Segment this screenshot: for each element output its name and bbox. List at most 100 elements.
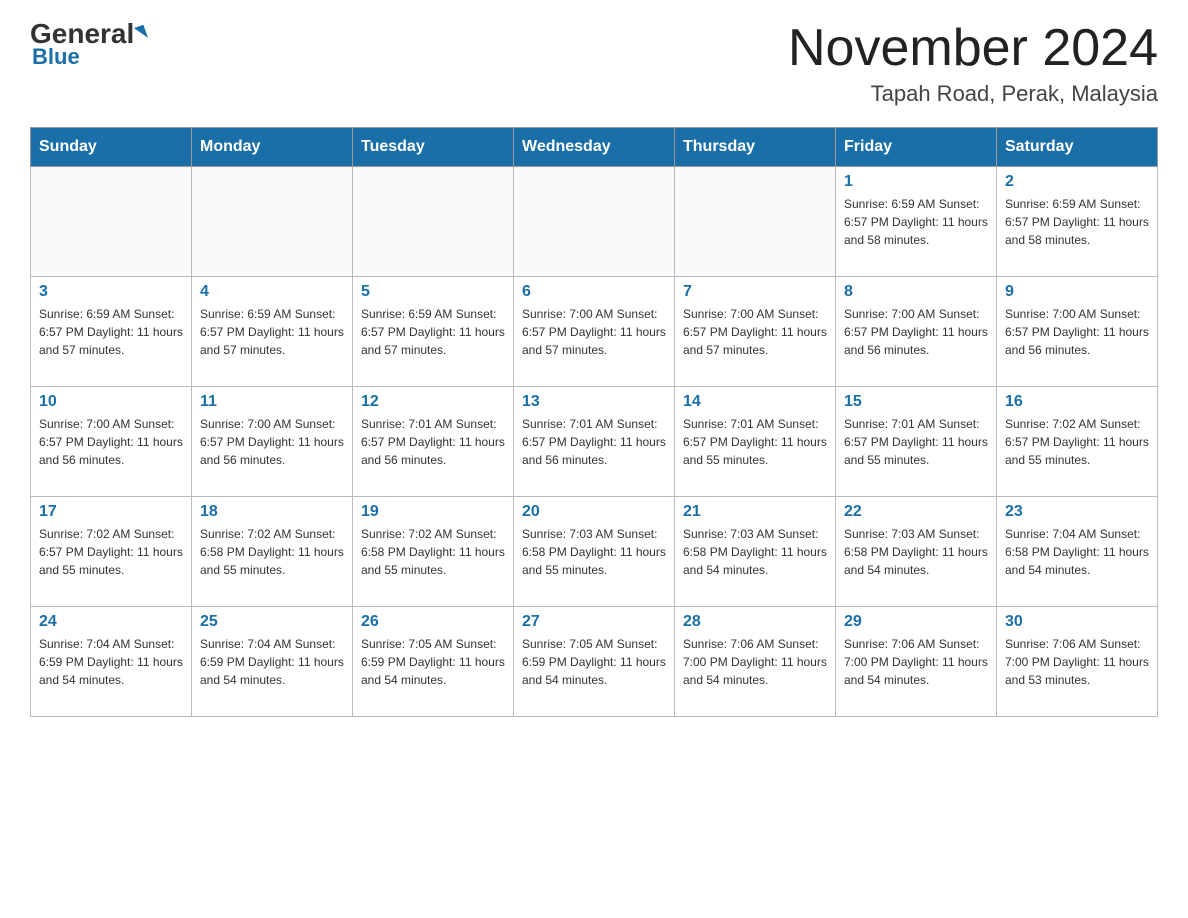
day-info: Sunrise: 7:06 AM Sunset: 7:00 PM Dayligh…: [683, 635, 827, 689]
day-number: 21: [683, 503, 827, 521]
logo-arrow-icon: [134, 25, 148, 42]
day-info: Sunrise: 7:02 AM Sunset: 6:58 PM Dayligh…: [200, 525, 344, 579]
calendar-cell: 16 Sunrise: 7:02 AM Sunset: 6:57 PM Dayli…: [997, 387, 1158, 497]
day-header-saturday: Saturday: [997, 128, 1158, 167]
day-info: Sunrise: 6:59 AM Sunset: 6:57 PM Dayligh…: [1005, 195, 1149, 249]
calendar-week-row: 10 Sunrise: 7:00 AM Sunset: 6:57 PM Dayli…: [31, 387, 1158, 497]
day-info: Sunrise: 7:00 AM Sunset: 6:57 PM Dayligh…: [1005, 305, 1149, 359]
day-number: 30: [1005, 613, 1149, 631]
calendar-cell: [514, 167, 675, 277]
day-info: Sunrise: 7:01 AM Sunset: 6:57 PM Dayligh…: [522, 415, 666, 469]
day-info: Sunrise: 7:04 AM Sunset: 6:58 PM Dayligh…: [1005, 525, 1149, 579]
day-info: Sunrise: 7:06 AM Sunset: 7:00 PM Dayligh…: [1005, 635, 1149, 689]
day-info: Sunrise: 6:59 AM Sunset: 6:57 PM Dayligh…: [200, 305, 344, 359]
day-number: 3: [39, 283, 183, 301]
calendar-cell: 4 Sunrise: 6:59 AM Sunset: 6:57 PM Daylig…: [192, 277, 353, 387]
day-header-friday: Friday: [836, 128, 997, 167]
calendar-cell: 19 Sunrise: 7:02 AM Sunset: 6:58 PM Dayli…: [353, 497, 514, 607]
day-info: Sunrise: 7:02 AM Sunset: 6:57 PM Dayligh…: [39, 525, 183, 579]
day-number: 25: [200, 613, 344, 631]
calendar-cell: [31, 167, 192, 277]
calendar-cell: 11 Sunrise: 7:00 AM Sunset: 6:57 PM Dayli…: [192, 387, 353, 497]
day-number: 5: [361, 283, 505, 301]
calendar-cell: [353, 167, 514, 277]
calendar-cell: 21 Sunrise: 7:03 AM Sunset: 6:58 PM Dayli…: [675, 497, 836, 607]
day-header-monday: Monday: [192, 128, 353, 167]
day-header-sunday: Sunday: [31, 128, 192, 167]
day-info: Sunrise: 7:02 AM Sunset: 6:58 PM Dayligh…: [361, 525, 505, 579]
calendar-cell: 25 Sunrise: 7:04 AM Sunset: 6:59 PM Dayli…: [192, 607, 353, 717]
calendar-cell: 9 Sunrise: 7:00 AM Sunset: 6:57 PM Daylig…: [997, 277, 1158, 387]
day-number: 23: [1005, 503, 1149, 521]
logo: General Blue: [30, 20, 146, 70]
day-number: 4: [200, 283, 344, 301]
calendar-cell: 2 Sunrise: 6:59 AM Sunset: 6:57 PM Daylig…: [997, 167, 1158, 277]
calendar-cell: 10Sunrise: 7:00 AM Sunset: 6:57 PM Dayli…: [31, 387, 192, 497]
day-info: Sunrise: 7:05 AM Sunset: 6:59 PM Dayligh…: [361, 635, 505, 689]
calendar-cell: 17Sunrise: 7:02 AM Sunset: 6:57 PM Dayli…: [31, 497, 192, 607]
calendar-week-row: 17Sunrise: 7:02 AM Sunset: 6:57 PM Dayli…: [31, 497, 1158, 607]
calendar-cell: 30 Sunrise: 7:06 AM Sunset: 7:00 PM Dayli…: [997, 607, 1158, 717]
day-number: 6: [522, 283, 666, 301]
calendar-week-row: 3 Sunrise: 6:59 AM Sunset: 6:57 PM Daylig…: [31, 277, 1158, 387]
day-info: Sunrise: 7:04 AM Sunset: 6:59 PM Dayligh…: [200, 635, 344, 689]
day-number: 13: [522, 393, 666, 411]
day-number: 19: [361, 503, 505, 521]
logo-blue-text: Blue: [32, 44, 80, 70]
day-number: 9: [1005, 283, 1149, 301]
calendar-cell: 27 Sunrise: 7:05 AM Sunset: 6:59 PM Dayli…: [514, 607, 675, 717]
day-number: 27: [522, 613, 666, 631]
calendar-cell: 3 Sunrise: 6:59 AM Sunset: 6:57 PM Daylig…: [31, 277, 192, 387]
day-number: 10: [39, 393, 183, 411]
day-number: 8: [844, 283, 988, 301]
day-header-tuesday: Tuesday: [353, 128, 514, 167]
calendar-cell: 7 Sunrise: 7:00 AM Sunset: 6:57 PM Daylig…: [675, 277, 836, 387]
day-header-wednesday: Wednesday: [514, 128, 675, 167]
day-info: Sunrise: 7:03 AM Sunset: 6:58 PM Dayligh…: [683, 525, 827, 579]
day-number: 11: [200, 393, 344, 411]
day-number: 26: [361, 613, 505, 631]
day-info: Sunrise: 6:59 AM Sunset: 6:57 PM Dayligh…: [361, 305, 505, 359]
calendar-cell: 5 Sunrise: 6:59 AM Sunset: 6:57 PM Daylig…: [353, 277, 514, 387]
day-info: Sunrise: 7:00 AM Sunset: 6:57 PM Dayligh…: [200, 415, 344, 469]
calendar-cell: [192, 167, 353, 277]
day-number: 29: [844, 613, 988, 631]
day-info: Sunrise: 7:01 AM Sunset: 6:57 PM Dayligh…: [361, 415, 505, 469]
title-area: November 2024 Tapah Road, Perak, Malaysi…: [788, 20, 1158, 107]
day-number: 7: [683, 283, 827, 301]
calendar-cell: 22Sunrise: 7:03 AM Sunset: 6:58 PM Dayli…: [836, 497, 997, 607]
page-header: General Blue November 2024 Tapah Road, P…: [30, 20, 1158, 107]
day-number: 2: [1005, 173, 1149, 191]
calendar-cell: 1 Sunrise: 6:59 AM Sunset: 6:57 PM Daylig…: [836, 167, 997, 277]
calendar-cell: 24 Sunrise: 7:04 AM Sunset: 6:59 PM Dayli…: [31, 607, 192, 717]
day-info: Sunrise: 7:04 AM Sunset: 6:59 PM Dayligh…: [39, 635, 183, 689]
day-info: Sunrise: 7:06 AM Sunset: 7:00 PM Dayligh…: [844, 635, 988, 689]
day-number: 22: [844, 503, 988, 521]
day-info: Sunrise: 7:02 AM Sunset: 6:57 PM Dayligh…: [1005, 415, 1149, 469]
calendar-cell: 20Sunrise: 7:03 AM Sunset: 6:58 PM Dayli…: [514, 497, 675, 607]
calendar-cell: 12 Sunrise: 7:01 AM Sunset: 6:57 PM Dayli…: [353, 387, 514, 497]
day-number: 12: [361, 393, 505, 411]
day-info: Sunrise: 7:00 AM Sunset: 6:57 PM Dayligh…: [522, 305, 666, 359]
calendar-table: SundayMondayTuesdayWednesdayThursdayFrid…: [30, 127, 1158, 717]
calendar-cell: 15Sunrise: 7:01 AM Sunset: 6:57 PM Dayli…: [836, 387, 997, 497]
day-number: 16: [1005, 393, 1149, 411]
calendar-cell: 13 Sunrise: 7:01 AM Sunset: 6:57 PM Dayli…: [514, 387, 675, 497]
day-info: Sunrise: 7:00 AM Sunset: 6:57 PM Dayligh…: [683, 305, 827, 359]
day-info: Sunrise: 7:05 AM Sunset: 6:59 PM Dayligh…: [522, 635, 666, 689]
day-info: Sunrise: 6:59 AM Sunset: 6:57 PM Dayligh…: [844, 195, 988, 249]
day-info: Sunrise: 6:59 AM Sunset: 6:57 PM Dayligh…: [39, 305, 183, 359]
day-number: 1: [844, 173, 988, 191]
day-info: Sunrise: 7:01 AM Sunset: 6:57 PM Dayligh…: [844, 415, 988, 469]
calendar-week-row: 24 Sunrise: 7:04 AM Sunset: 6:59 PM Dayli…: [31, 607, 1158, 717]
day-header-thursday: Thursday: [675, 128, 836, 167]
calendar-cell: 18Sunrise: 7:02 AM Sunset: 6:58 PM Dayli…: [192, 497, 353, 607]
calendar-week-row: 1 Sunrise: 6:59 AM Sunset: 6:57 PM Daylig…: [31, 167, 1158, 277]
calendar-cell: 29 Sunrise: 7:06 AM Sunset: 7:00 PM Dayli…: [836, 607, 997, 717]
calendar-cell: [675, 167, 836, 277]
day-info: Sunrise: 7:00 AM Sunset: 6:57 PM Dayligh…: [844, 305, 988, 359]
day-number: 24: [39, 613, 183, 631]
day-number: 28: [683, 613, 827, 631]
location-title: Tapah Road, Perak, Malaysia: [788, 81, 1158, 107]
day-number: 20: [522, 503, 666, 521]
